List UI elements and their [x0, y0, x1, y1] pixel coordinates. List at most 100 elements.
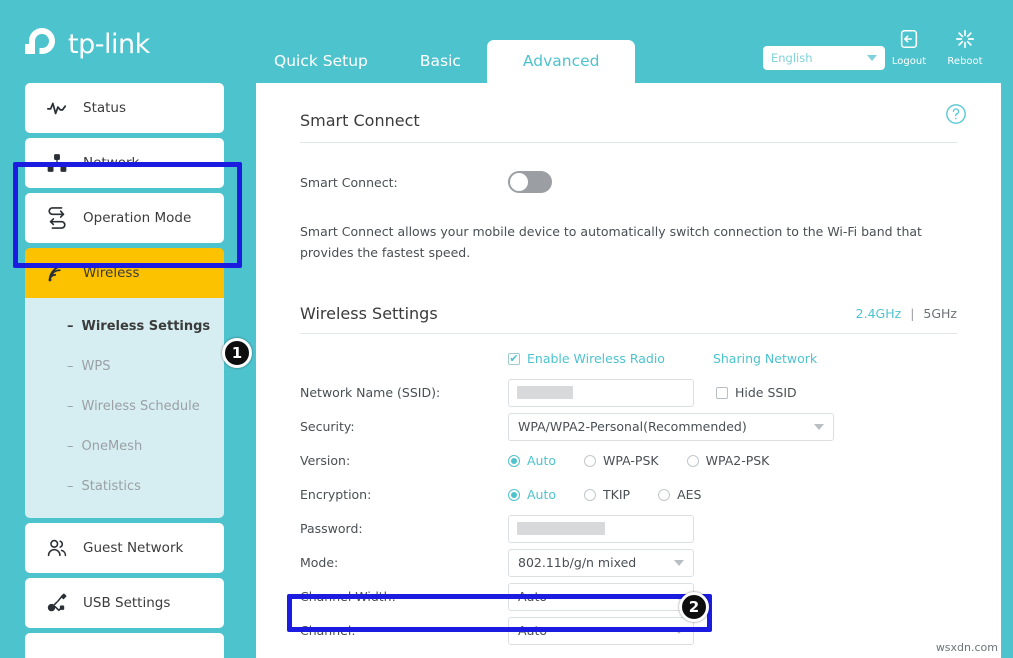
encryption-option-aes[interactable]: AES [658, 487, 701, 502]
brand-logo[interactable]: tp-link [22, 24, 150, 64]
smart-connect-row: Smart Connect: [300, 165, 957, 199]
enable-wireless-radio-checkbox[interactable]: ✔ [508, 352, 520, 365]
dash-bullet-icon: – [67, 398, 74, 414]
reboot-button[interactable]: Reboot [941, 28, 989, 67]
security-row: Security: WPA/WPA2-Personal(Recommended) [300, 410, 957, 444]
sharing-network-link[interactable]: Sharing Network [713, 351, 817, 366]
sidebar-sublabel-wireless-settings: Wireless Settings [81, 318, 211, 334]
dash-bullet-icon: – [67, 478, 74, 494]
sidebar-item-network[interactable]: Network [25, 138, 224, 188]
sidebar-subitem-wps[interactable]: – WPS [25, 346, 224, 386]
reboot-label: Reboot [947, 56, 983, 67]
sidebar-sublabel-onemesh: OneMesh [81, 438, 143, 454]
usb-icon [45, 591, 69, 615]
encryption-radio-group: Auto TKIP AES [508, 487, 957, 502]
brand-name: tp-link [68, 28, 150, 60]
radio-icon [584, 488, 597, 501]
channel-width-label: Channel Width: [300, 589, 396, 604]
tab-basic[interactable]: Basic [394, 40, 487, 83]
hide-ssid-group[interactable]: Hide SSID [716, 385, 797, 400]
reboot-icon [941, 28, 989, 54]
logout-button[interactable]: Logout [885, 28, 933, 67]
version-option-wpa-psk[interactable]: WPA-PSK [584, 453, 659, 468]
hide-ssid-checkbox[interactable] [716, 386, 728, 399]
sidebar-subitem-onemesh[interactable]: – OneMesh [25, 426, 224, 466]
dash-bullet-icon: – [67, 318, 74, 334]
ssid-input[interactable] [508, 378, 694, 407]
tplink-logo-icon [22, 24, 62, 64]
smart-connect-description: Smart Connect allows your mobile device … [300, 224, 922, 261]
wireless-settings-header: Wireless Settings 2.4GHz | 5GHz [300, 304, 957, 334]
radio-icon [508, 454, 520, 467]
sidebar-sublabel-wps: WPS [81, 358, 111, 374]
sidebar-item-guest-network[interactable]: Guest Network [25, 523, 224, 573]
help-circle-icon[interactable] [945, 103, 967, 125]
wireless-settings-section: Wireless Settings 2.4GHz | 5GHz ✔ Enable… [300, 304, 957, 658]
encryption-option-aes-label: AES [677, 487, 702, 502]
top-header: tp-link Quick Setup Basic Advanced Engli… [0, 0, 1013, 83]
language-value: English [771, 51, 813, 65]
sidebar-label-guest-network: Guest Network [83, 540, 184, 556]
version-radio-group: Auto WPA-PSK WPA2-PSK [508, 453, 957, 468]
version-row: Version: Auto WPA-PSK WPA2-PSK [300, 444, 957, 478]
radio-icon [584, 454, 597, 467]
chevron-down-icon [814, 423, 824, 430]
mode-label: Mode: [300, 555, 339, 570]
encryption-option-tkip[interactable]: TKIP [584, 487, 630, 502]
sidebar-subitem-wireless-schedule[interactable]: – Wireless Schedule [25, 386, 224, 426]
main-nav-tabs: Quick Setup Basic Advanced [248, 40, 636, 83]
sidebar-sublabel-statistics: Statistics [81, 478, 141, 494]
radio-icon [686, 454, 699, 467]
mode-row: Mode: 802.11b/g/n mixed [300, 546, 957, 580]
smart-connect-title: Smart Connect [300, 83, 957, 143]
channel-row: Channel: Auto [300, 614, 957, 648]
tab-advanced[interactable]: Advanced [486, 40, 636, 83]
band-5ghz[interactable]: 5GHz [923, 306, 957, 321]
pulse-icon [45, 96, 69, 120]
annotation-badge-1: 1 [222, 338, 252, 368]
band-24ghz[interactable]: 2.4GHz [856, 306, 902, 321]
sidebar-nav: Status Network Operation Mode Wireless –… [0, 83, 249, 658]
sidebar-item-partial[interactable] [25, 633, 224, 658]
radio-icon [658, 488, 671, 501]
encryption-option-tkip-label: TKIP [603, 487, 631, 502]
channel-width-select[interactable]: Auto [508, 582, 694, 611]
enable-radio-row: ✔ Enable Wireless Radio Sharing Network [300, 342, 957, 376]
security-label: Security: [300, 419, 355, 434]
sidebar-submenu-wireless: – Wireless Settings – WPS – Wireless Sch… [25, 298, 224, 518]
enable-wireless-radio-label[interactable]: Enable Wireless Radio [527, 351, 665, 366]
channel-label: Channel: [300, 623, 356, 638]
smart-connect-toggle[interactable] [508, 171, 552, 193]
swap-arrows-icon [45, 206, 69, 230]
smart-connect-label: Smart Connect: [300, 174, 398, 190]
security-select[interactable]: WPA/WPA2-Personal(Recommended) [508, 412, 834, 441]
mode-value: 802.11b/g/n mixed [518, 555, 637, 570]
encryption-option-auto[interactable]: Auto [508, 487, 556, 502]
ssid-row: Network Name (SSID): Hide SSID [300, 376, 957, 410]
password-row: Password: [300, 512, 957, 546]
sidebar-label-operation-mode: Operation Mode [83, 210, 192, 226]
chevron-down-icon [867, 55, 877, 61]
dash-bullet-icon: – [67, 358, 74, 374]
encryption-label: Encryption: [300, 487, 372, 502]
version-option-wpa2-psk[interactable]: WPA2-PSK [686, 453, 769, 468]
sidebar-item-operation-mode[interactable]: Operation Mode [25, 193, 224, 243]
logout-icon [885, 28, 933, 54]
tab-quick-setup[interactable]: Quick Setup [248, 40, 394, 83]
language-select[interactable]: English [763, 46, 885, 70]
sidebar-subitem-wireless-settings[interactable]: – Wireless Settings [25, 306, 224, 346]
band-switch: 2.4GHz | 5GHz [856, 306, 957, 323]
sidebar-item-status[interactable]: Status [25, 83, 224, 133]
radio-icon [508, 488, 520, 501]
sidebar-item-wireless[interactable]: Wireless [25, 248, 224, 298]
password-input[interactable] [508, 514, 694, 543]
watermark: wsxdn.com [935, 641, 998, 654]
sidebar-subitem-statistics[interactable]: – Statistics [25, 466, 224, 506]
version-option-auto[interactable]: Auto [508, 453, 556, 468]
smart-connect-section: Smart Connect Smart Connect: Smart Conne… [300, 83, 957, 264]
network-tree-icon [45, 151, 69, 175]
sidebar-item-usb-settings[interactable]: USB Settings [25, 578, 224, 628]
password-label: Password: [300, 521, 363, 536]
channel-select[interactable]: Auto [508, 616, 694, 645]
mode-select[interactable]: 802.11b/g/n mixed [508, 548, 694, 577]
